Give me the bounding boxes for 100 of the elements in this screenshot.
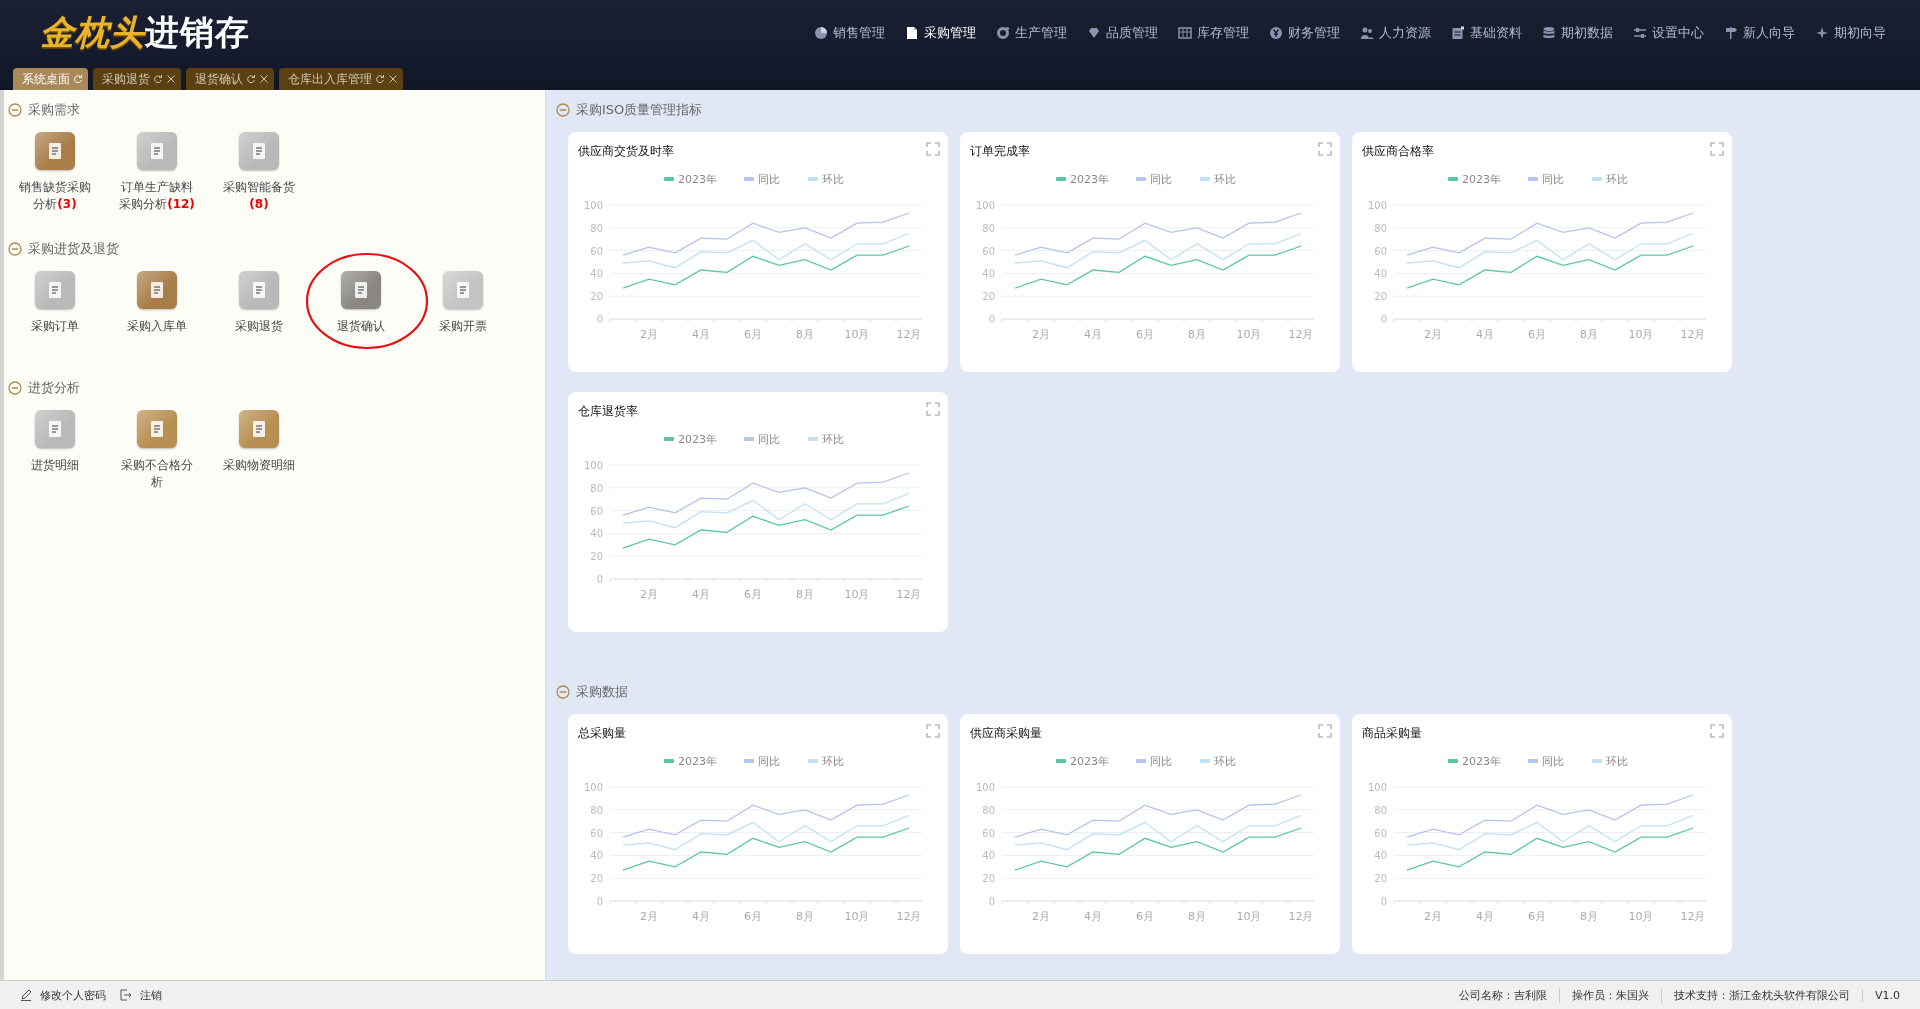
menu-item[interactable]: 销售管理 bbox=[804, 20, 895, 46]
axis-label: 12月 bbox=[1680, 328, 1706, 341]
fullscreen-icon[interactable] bbox=[1710, 142, 1724, 156]
refresh-icon[interactable] bbox=[375, 74, 385, 84]
menu-item[interactable]: 设置中心 bbox=[1623, 20, 1714, 46]
document-icon[interactable] bbox=[239, 132, 279, 170]
axis-label: 0 bbox=[596, 314, 603, 325]
legend-label: 环比 bbox=[822, 755, 844, 768]
legend-item[interactable]: 2023年 bbox=[664, 755, 717, 768]
document-icon[interactable] bbox=[137, 410, 177, 448]
menu-item[interactable]: 新人向导 bbox=[1714, 20, 1805, 46]
close-icon[interactable] bbox=[388, 74, 398, 84]
legend-label: 环比 bbox=[1214, 173, 1236, 186]
legend-item[interactable]: 环比 bbox=[808, 433, 844, 446]
legend-item[interactable]: 2023年 bbox=[664, 433, 717, 446]
legend-item[interactable]: 同比 bbox=[744, 755, 780, 768]
status-link[interactable]: 注销 bbox=[120, 987, 162, 1003]
legend-item[interactable]: 环比 bbox=[808, 755, 844, 768]
refresh-icon[interactable] bbox=[246, 74, 256, 84]
axis-label: 8月 bbox=[796, 328, 814, 341]
axis-label: 2月 bbox=[1032, 910, 1050, 923]
legend-item[interactable]: 环比 bbox=[1200, 173, 1236, 186]
menu-item[interactable]: 品质管理 bbox=[1077, 20, 1168, 46]
fullscreen-icon[interactable] bbox=[1710, 724, 1724, 738]
item-label[interactable]: 采购开票 bbox=[424, 318, 502, 335]
document-icon[interactable] bbox=[341, 271, 381, 309]
tab[interactable]: 仓库出入库管理 bbox=[279, 68, 403, 90]
axis-label: 10月 bbox=[1628, 910, 1654, 923]
menu-item[interactable]: 期初向导 bbox=[1805, 20, 1896, 46]
menu-item[interactable]: 生产管理 bbox=[986, 20, 1077, 46]
legend-item[interactable]: 同比 bbox=[744, 173, 780, 186]
document-icon[interactable] bbox=[137, 271, 177, 309]
collapse-icon[interactable] bbox=[8, 381, 22, 395]
legend-item[interactable]: 同比 bbox=[1136, 755, 1172, 768]
item-label[interactable]: 订单生产缺料采购分析(12) bbox=[118, 179, 196, 213]
legend-label: 2023年 bbox=[1070, 755, 1109, 768]
notepad-icon bbox=[1451, 26, 1465, 40]
menu-item[interactable]: 库存管理 bbox=[1168, 20, 1259, 46]
fullscreen-icon[interactable] bbox=[926, 724, 940, 738]
item-label[interactable]: 采购智能备货 (8) bbox=[220, 179, 298, 213]
section-title: 采购ISO质量管理指标 bbox=[576, 101, 703, 119]
tab[interactable]: 退货确认 bbox=[186, 68, 274, 90]
logout-icon bbox=[120, 989, 132, 1001]
menu-item[interactable]: 采购管理 bbox=[895, 20, 986, 46]
axis-label: 60 bbox=[982, 827, 995, 839]
document-icon[interactable] bbox=[35, 132, 75, 170]
legend-item[interactable]: 2023年 bbox=[1448, 755, 1501, 768]
document-icon[interactable] bbox=[35, 410, 75, 448]
legend-item[interactable]: 同比 bbox=[1528, 755, 1564, 768]
close-icon[interactable] bbox=[166, 74, 176, 84]
legend-item[interactable]: 同比 bbox=[1528, 173, 1564, 186]
item-label[interactable]: 采购不合格分析 bbox=[118, 457, 196, 491]
item-label[interactable]: 采购订单 bbox=[16, 318, 94, 335]
legend-item[interactable]: 2023年 bbox=[664, 173, 717, 186]
item-label[interactable]: 销售缺货采购分析(3) bbox=[16, 179, 94, 213]
document-icon[interactable] bbox=[443, 271, 483, 309]
legend-item[interactable]: 环比 bbox=[808, 173, 844, 186]
axis-label: 80 bbox=[590, 804, 603, 816]
tab[interactable]: 采购退货 bbox=[93, 68, 181, 90]
axis-label: 40 bbox=[982, 268, 995, 280]
collapse-icon[interactable] bbox=[8, 103, 22, 117]
document-icon[interactable] bbox=[137, 132, 177, 170]
fullscreen-icon[interactable] bbox=[926, 142, 940, 156]
axis-label: 4月 bbox=[1084, 910, 1102, 923]
close-icon[interactable] bbox=[259, 74, 269, 84]
refresh-icon[interactable] bbox=[153, 74, 163, 84]
item-label[interactable]: 采购物资明细 bbox=[220, 457, 298, 474]
axis-label: 8月 bbox=[1580, 328, 1598, 341]
legend-label: 环比 bbox=[822, 433, 844, 446]
section-title: 采购需求 bbox=[28, 101, 80, 119]
legend-item[interactable]: 环比 bbox=[1592, 755, 1628, 768]
fullscreen-icon[interactable] bbox=[926, 402, 940, 416]
legend-item[interactable]: 环比 bbox=[1200, 755, 1236, 768]
item-label[interactable]: 进货明细 bbox=[16, 457, 94, 474]
fullscreen-icon[interactable] bbox=[1318, 724, 1332, 738]
legend-item[interactable]: 环比 bbox=[1592, 173, 1628, 186]
document-icon[interactable] bbox=[35, 271, 75, 309]
logo-product-text: 进销存 bbox=[145, 11, 250, 54]
legend-item[interactable]: 2023年 bbox=[1056, 755, 1109, 768]
menu-item[interactable]: 期初数据 bbox=[1532, 20, 1623, 46]
menu-item[interactable]: 财务管理 bbox=[1259, 20, 1350, 46]
legend-item[interactable]: 同比 bbox=[1136, 173, 1172, 186]
status-link[interactable]: 修改个人密码 bbox=[20, 987, 106, 1003]
legend-label: 环比 bbox=[1214, 755, 1236, 768]
legend-item[interactable]: 同比 bbox=[744, 433, 780, 446]
collapse-icon[interactable] bbox=[8, 242, 22, 256]
item-label[interactable]: 采购入库单 bbox=[118, 318, 196, 335]
menu-item[interactable]: 人力资源 bbox=[1350, 20, 1441, 46]
item-label[interactable]: 退货确认 bbox=[322, 318, 400, 335]
axis-label: 6月 bbox=[1136, 328, 1154, 341]
collapse-icon[interactable] bbox=[556, 685, 570, 699]
legend-item[interactable]: 2023年 bbox=[1056, 173, 1109, 186]
item-label[interactable]: 采购退货 bbox=[220, 318, 298, 335]
menu-item[interactable]: 基础资料 bbox=[1441, 20, 1532, 46]
collapse-icon[interactable] bbox=[556, 103, 570, 117]
document-icon[interactable] bbox=[239, 271, 279, 309]
fullscreen-icon[interactable] bbox=[1318, 142, 1332, 156]
version-text: V1.0 bbox=[1861, 988, 1912, 1002]
legend-item[interactable]: 2023年 bbox=[1448, 173, 1501, 186]
document-icon[interactable] bbox=[239, 410, 279, 448]
